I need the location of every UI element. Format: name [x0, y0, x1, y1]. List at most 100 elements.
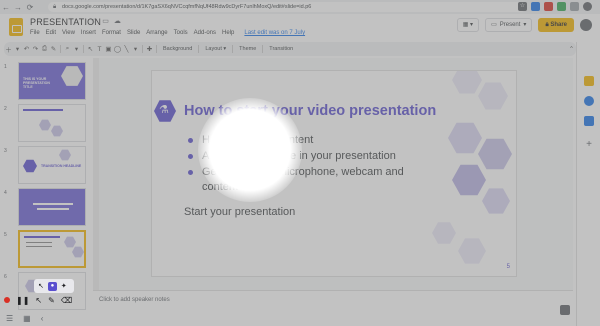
menu-addons[interactable]: Add-ons	[194, 30, 216, 36]
toolbar-divider	[262, 45, 264, 53]
select-icon[interactable]: ↖	[86, 45, 95, 53]
paint-format-icon[interactable]: ✎	[49, 45, 58, 53]
closing-text[interactable]: Start your presentation	[184, 206, 295, 218]
docs-header: PRESENTATION ☆ ▭ ☁ File Edit View Insert…	[0, 14, 600, 42]
pointer-icon[interactable]: ↖	[38, 282, 44, 290]
side-panel: +	[576, 42, 600, 326]
chevron-down-icon[interactable]: ▾	[72, 45, 81, 53]
slide-thumbnail-3[interactable]: 3 TRANSITION HEADLINE	[4, 146, 90, 186]
image-icon[interactable]: ▣	[104, 45, 113, 53]
slide-number: 5	[4, 232, 7, 238]
menu-edit[interactable]: Edit	[46, 30, 56, 36]
add-icon[interactable]: +	[584, 140, 594, 150]
share-button[interactable]: 🔒︎ Share	[538, 18, 574, 32]
bullet-item: Get ready your microphone, webcam and co…	[186, 165, 416, 195]
tasks-icon[interactable]	[584, 116, 594, 126]
pen-icon[interactable]: ✎	[48, 296, 55, 305]
slide-number: 6	[4, 274, 7, 280]
menu-file[interactable]: File	[30, 30, 40, 36]
grid-view-icon[interactable]: ▦	[23, 314, 31, 323]
toolbar-divider	[83, 45, 84, 53]
calendar-icon[interactable]	[584, 96, 594, 106]
redo-icon[interactable]: ↷	[31, 45, 40, 53]
transition-button[interactable]: Transition	[265, 46, 297, 52]
add-icon[interactable]: ＋	[4, 44, 13, 54]
arrow-right-icon[interactable]: →	[12, 3, 24, 12]
explore-icon[interactable]	[560, 305, 570, 315]
address-bar[interactable]: 🔒︎ docs.google.com/presentation/d/1K7gaS…	[48, 2, 526, 12]
list-view-icon[interactable]: ☰	[6, 314, 13, 323]
decor-hexagon	[478, 138, 512, 170]
decor-hexagon	[448, 122, 482, 154]
cursor-icon[interactable]: ↖	[35, 296, 42, 305]
lock-icon: 🔒︎	[53, 4, 57, 10]
decor-hexagon	[452, 71, 482, 94]
current-slide[interactable]: How to start your video presentation Hav…	[151, 70, 517, 277]
line-icon[interactable]: ╲	[122, 45, 131, 53]
slide-page-number: 5	[506, 264, 510, 270]
zoom-icon[interactable]: ⌕	[63, 45, 72, 53]
slide-thumbnail-2[interactable]: 2	[4, 104, 90, 144]
slide-filmstrip: 1 THIS IS YOUR PRESENTATION TITLE 2 3 TR…	[0, 58, 93, 310]
menu-help[interactable]: Help	[222, 30, 234, 36]
layout-button[interactable]: Layout ▾	[201, 46, 230, 52]
textbox-icon[interactable]: T	[95, 46, 104, 53]
star-icon[interactable]: ☆	[518, 2, 527, 11]
folder-icon[interactable]: ▭	[102, 17, 109, 25]
chevron-up-icon[interactable]: ⌃	[567, 45, 576, 53]
vertical-ruler	[93, 58, 99, 290]
keep-icon[interactable]	[584, 76, 594, 86]
shape-icon[interactable]: ◯	[113, 45, 122, 53]
extension-icon[interactable]	[531, 2, 540, 11]
chevron-down-icon[interactable]: ▾	[131, 45, 140, 53]
menu-arrange[interactable]: Arrange	[146, 30, 167, 36]
camera-icon[interactable]: ●	[47, 281, 57, 291]
toolbar-divider	[156, 45, 157, 53]
slide-heading[interactable]: How to start your video presentation	[184, 103, 436, 119]
pause-icon[interactable]: ❚❚	[16, 296, 29, 305]
comment-icon[interactable]: ✚	[145, 45, 154, 53]
recording-controls: ❚❚ ↖ ✎ ⌫	[0, 293, 94, 307]
star-icon[interactable]: ☆	[91, 17, 97, 25]
recording-popup: ↖ ● ✦	[34, 279, 74, 293]
present-button[interactable]: ▭ Present ▾	[485, 18, 533, 32]
menu-slide[interactable]: Slide	[127, 30, 140, 36]
user-avatar[interactable]	[580, 19, 592, 31]
reload-icon[interactable]: ⟳	[24, 3, 36, 12]
cloud-icon[interactable]: ☁	[114, 17, 121, 25]
puzzle-icon[interactable]	[570, 2, 579, 11]
extension-icon[interactable]	[557, 2, 566, 11]
last-edit-link[interactable]: Last edit was on 7 July	[244, 30, 305, 36]
slide-thumbnail-5[interactable]: 5	[4, 230, 90, 270]
collapse-icon[interactable]: ‹	[41, 314, 44, 323]
decor-hexagon	[482, 188, 510, 214]
background-button[interactable]: Background	[159, 46, 196, 52]
menu-tools[interactable]: Tools	[174, 30, 188, 36]
slide-number: 4	[4, 190, 7, 196]
slides-logo-icon[interactable]	[9, 18, 23, 36]
slide-thumbnail-4[interactable]: 4	[4, 188, 90, 228]
theme-button[interactable]: Theme	[235, 46, 260, 52]
comments-button[interactable]: ▦ ▾	[456, 18, 480, 32]
bullet-list[interactable]: Have a draft of content Add some example…	[186, 133, 416, 196]
chevron-down-icon[interactable]: ▾	[523, 19, 526, 31]
share-label: Share	[550, 22, 567, 28]
chevron-down-icon[interactable]: ▾	[13, 45, 22, 53]
highlight-icon[interactable]: ✦	[61, 282, 67, 290]
extension-icon[interactable]	[544, 2, 553, 11]
slide-canvas: How to start your video presentation Hav…	[93, 58, 573, 290]
print-icon[interactable]: ⎙	[40, 45, 49, 53]
speaker-notes[interactable]: Click to add speaker notes	[93, 290, 573, 310]
slide-number: 2	[4, 106, 7, 112]
menu-format[interactable]: Format	[102, 30, 121, 36]
slide-thumbnail-1[interactable]: 1 THIS IS YOUR PRESENTATION TITLE	[4, 62, 90, 102]
lock-icon: 🔒︎	[545, 22, 549, 28]
undo-icon[interactable]: ↶	[22, 45, 31, 53]
profile-avatar[interactable]	[583, 2, 592, 11]
toolbar-divider	[142, 45, 143, 53]
record-icon	[4, 297, 10, 303]
delete-icon[interactable]: ⌫	[61, 296, 72, 305]
menu-insert[interactable]: Insert	[81, 30, 96, 36]
menu-view[interactable]: View	[62, 30, 75, 36]
arrow-left-icon[interactable]: ←	[0, 3, 12, 12]
